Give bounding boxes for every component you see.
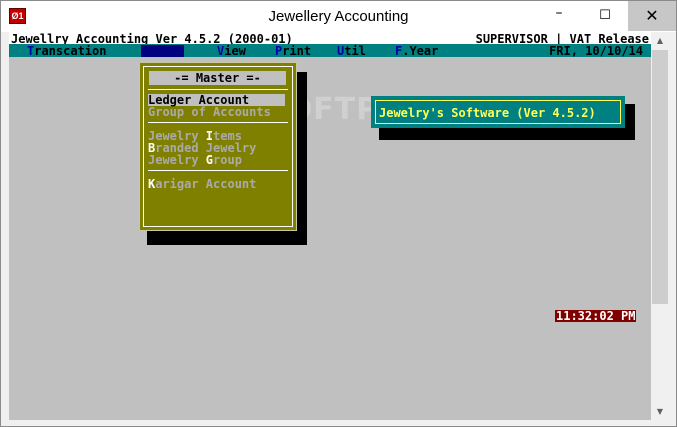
menu-label: aster	[148, 44, 185, 58]
software-version-text: Jewelry's Software (Ver 4.5.2)	[379, 106, 596, 120]
menu-view[interactable]: View	[217, 45, 246, 57]
menu-item-group-of-accounts[interactable]: Group of Accounts	[148, 106, 285, 118]
scroll-down-icon[interactable]: ▼	[651, 403, 669, 420]
item-hotkey: G	[205, 153, 214, 167]
item-label: Group of Accounts	[148, 105, 271, 119]
dropdown-divider	[148, 170, 288, 171]
title-bar[interactable]: Ø1 Jewellery Accounting – ☐ ✕	[1, 1, 676, 32]
menu-label: til	[344, 44, 366, 58]
menu-bar: Transcation Master View Print Util F.Yea…	[9, 44, 651, 57]
menu-transaction[interactable]: Transcation	[27, 45, 106, 57]
info-box-frame: Jewelry's Software (Ver 4.5.2)	[375, 100, 621, 124]
menu-item-karigar-account[interactable]: Karigar Account	[148, 178, 285, 190]
dropdown-divider	[148, 122, 288, 123]
clock-display: 11:32:02 PM	[555, 309, 637, 323]
minimize-button[interactable]: –	[536, 1, 582, 31]
menu-print[interactable]: Print	[275, 45, 311, 57]
date-display: FRI, 10/10/14	[549, 44, 643, 58]
item-label: arigar Account	[155, 177, 257, 191]
item-label: roup	[213, 153, 242, 167]
master-dropdown: -= Master =- Ledger Account Group of Acc…	[139, 62, 297, 231]
menu-master[interactable]: Master	[141, 44, 185, 58]
close-button[interactable]: ✕	[628, 1, 676, 31]
menu-item-jewelry-group[interactable]: Jewelry Group	[148, 154, 285, 166]
scroll-up-icon[interactable]: ▲	[651, 32, 669, 49]
maximize-button[interactable]: ☐	[582, 1, 628, 31]
menu-util[interactable]: Util	[337, 45, 366, 57]
console-screen[interactable]: Jewellry Accounting Ver 4.5.2 (2000-01) …	[9, 32, 651, 420]
menu-label: .Year	[402, 44, 439, 58]
menu-label: rint	[282, 44, 312, 58]
app-window: Ø1 Jewellery Accounting – ☐ ✕ Jewellry A…	[0, 0, 677, 427]
menu-label: ranscation	[34, 44, 107, 58]
status-header: Jewellry Accounting Ver 4.5.2 (2000-01) …	[9, 32, 651, 45]
scroll-thumb[interactable]	[652, 50, 668, 304]
dropdown-divider	[148, 89, 288, 90]
item-label-prefix: Jewelry	[148, 153, 206, 167]
dropdown-title: -= Master =-	[149, 71, 286, 85]
vertical-scrollbar[interactable]: ▲ ▼	[651, 32, 669, 420]
software-info-box: Jewelry's Software (Ver 4.5.2)	[371, 96, 625, 128]
menu-fyear[interactable]: F.Year	[395, 45, 438, 57]
dropdown-frame: -= Master =- Ledger Account Group of Acc…	[143, 66, 293, 227]
menu-label: iew	[224, 44, 246, 58]
